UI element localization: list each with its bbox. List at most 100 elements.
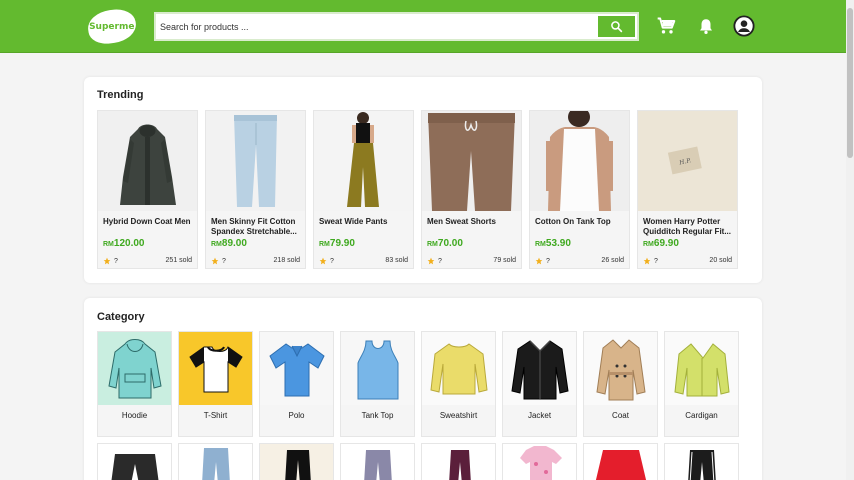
search-icon: [611, 21, 623, 33]
product-image: [530, 111, 629, 211]
product-card[interactable]: Hybrid Down Coat Men RM120.00 ? 251 sold: [97, 110, 198, 269]
product-image: H.P.: [638, 111, 737, 211]
currency: RM: [319, 241, 330, 248]
star-icon: [643, 257, 651, 265]
category-item-jacket[interactable]: Jacket: [502, 331, 577, 437]
category-image: [341, 332, 414, 405]
category-image: [111, 454, 158, 480]
category-item-pajamas[interactable]: [502, 443, 577, 480]
cart-icon: [657, 17, 676, 34]
category-label: Sweatshirt: [439, 411, 478, 420]
product-rating: ?: [103, 257, 118, 265]
logo-text: Superme: [89, 21, 135, 32]
currency: RM: [427, 241, 438, 248]
category-image: [519, 446, 562, 480]
product-price: RM120.00: [103, 238, 144, 249]
rating-value: ?: [114, 257, 118, 265]
category-item-t-shirt[interactable]: T-Shirt: [178, 331, 253, 437]
category-label: Coat: [612, 411, 629, 420]
currency: RM: [211, 241, 222, 248]
product-name: Cotton On Tank Top: [535, 217, 611, 226]
category-label: T-Shirt: [203, 411, 228, 420]
scrollbar-thumb[interactable]: [847, 8, 853, 158]
star-icon: [427, 257, 435, 265]
product-price: RM69.90: [643, 238, 679, 249]
product-card[interactable]: H.P. Women Harry Potter Quidditch Regula…: [637, 110, 738, 269]
product-image: [206, 111, 305, 211]
category-item-shorts[interactable]: [97, 443, 172, 480]
currency: RM: [643, 241, 654, 248]
currency: RM: [103, 241, 114, 248]
category-image: [595, 450, 646, 480]
category-image: [448, 450, 471, 480]
category-item-skirt[interactable]: [583, 443, 658, 480]
sold-count: 218 sold: [273, 257, 300, 264]
category-item-track-pants[interactable]: [664, 443, 739, 480]
product-name: Men Sweat Shorts: [427, 217, 496, 226]
category-item-sweatshirt[interactable]: Sweatshirt: [421, 331, 496, 437]
category-item-pants[interactable]: [259, 443, 334, 480]
sold-count: 83 sold: [385, 257, 408, 264]
product-card[interactable]: Men Sweat Shorts RM70.00 ? 79 sold: [421, 110, 522, 269]
product-name: Women Harry Potter Quidditch Regular Fit…: [643, 217, 731, 236]
star-icon: [535, 257, 543, 265]
category-item-hoodie[interactable]: Hoodie: [97, 331, 172, 437]
product-price: RM70.00: [427, 238, 463, 249]
product-image: [98, 111, 197, 211]
product-card[interactable]: Men Skinny Fit Cotton Spandex Stretchabl…: [205, 110, 306, 269]
category-label: Cardigan: [685, 411, 718, 420]
category-image: [503, 332, 576, 405]
category-item-coat[interactable]: Coat: [583, 331, 658, 437]
notifications-button[interactable]: [695, 15, 717, 37]
category-item-jeans[interactable]: [178, 443, 253, 480]
star-icon: [103, 257, 111, 265]
category-image: [260, 332, 333, 405]
star-icon: [319, 257, 327, 265]
cart-button[interactable]: [655, 15, 677, 37]
star-icon: [211, 257, 219, 265]
category-item-leggings[interactable]: [421, 443, 496, 480]
product-rating: ?: [535, 257, 550, 265]
category-item-joggers[interactable]: [340, 443, 415, 480]
category-section: Category Hoodie T-Shirt Polo Tank Top Sw…: [84, 298, 762, 480]
category-item-polo[interactable]: Polo: [259, 331, 334, 437]
sold-count: 26 sold: [601, 257, 624, 264]
top-nav-bar: Superme: [0, 0, 854, 53]
rating-value: ?: [546, 257, 550, 265]
sold-count: 79 sold: [493, 257, 516, 264]
category-item-tank-top[interactable]: Tank Top: [340, 331, 415, 437]
category-image: [687, 450, 716, 480]
category-image: [422, 332, 495, 405]
price-value: 69.90: [653, 238, 679, 249]
price-value: 89.00: [221, 238, 247, 249]
search-input[interactable]: [160, 18, 590, 36]
product-card[interactable]: Sweat Wide Pants RM79.90 ? 83 sold: [313, 110, 414, 269]
category-image: [201, 448, 230, 480]
product-rating: ?: [211, 257, 226, 265]
product-name: Hybrid Down Coat Men: [103, 217, 191, 226]
page-scrollbar[interactable]: [846, 0, 854, 480]
price-value: 79.90: [329, 238, 355, 249]
search-bar: [154, 12, 639, 41]
product-image: [314, 111, 413, 211]
category-title: Category: [97, 311, 145, 323]
superme-logo[interactable]: Superme: [85, 6, 139, 47]
account-button[interactable]: [733, 15, 755, 37]
product-rating: ?: [319, 257, 334, 265]
category-item-cardigan[interactable]: Cardigan: [664, 331, 739, 437]
currency: RM: [535, 241, 546, 248]
category-image: [284, 450, 311, 480]
product-image: [422, 111, 521, 211]
trending-section: Trending Hybrid Down Coat Men RM120.00 ?…: [84, 77, 762, 283]
product-rating: ?: [427, 257, 442, 265]
rating-value: ?: [222, 257, 226, 265]
price-value: 70.00: [437, 238, 463, 249]
product-price: RM79.90: [319, 238, 355, 249]
product-card[interactable]: Cotton On Tank Top RM53.90 ? 26 sold: [529, 110, 630, 269]
product-name: Sweat Wide Pants: [319, 217, 388, 226]
category-label: Polo: [288, 411, 305, 420]
rating-value: ?: [438, 257, 442, 265]
category-image: [98, 332, 171, 405]
bell-icon: [700, 19, 712, 35]
search-button[interactable]: [596, 14, 637, 39]
